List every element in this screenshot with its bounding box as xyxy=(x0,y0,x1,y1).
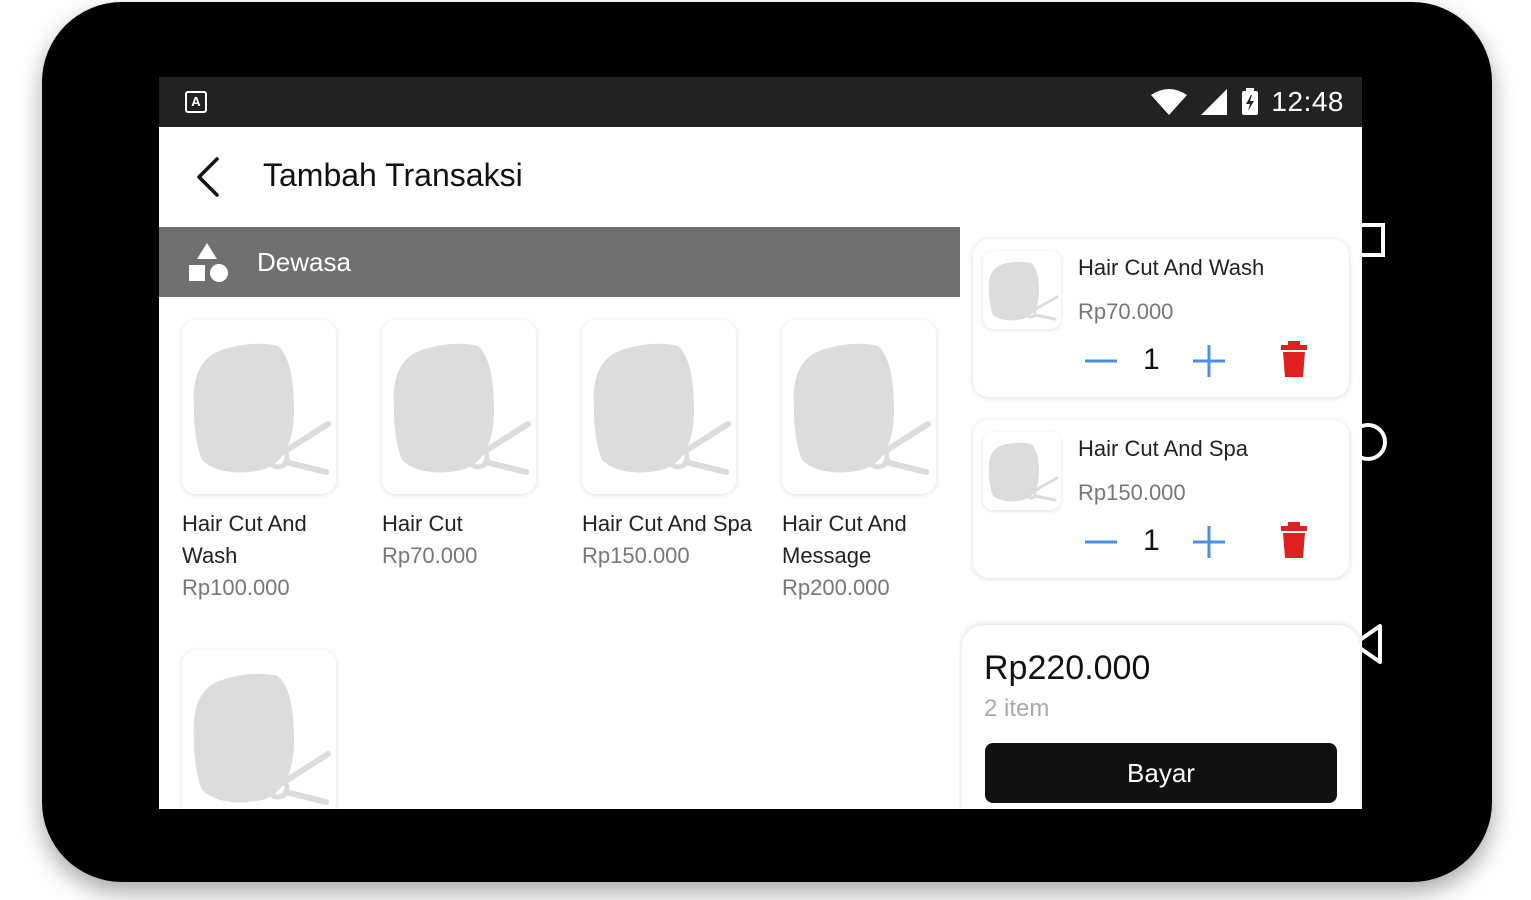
product-price: Rp200.000 xyxy=(782,575,890,600)
product-image xyxy=(182,320,336,494)
chevron-left-icon xyxy=(197,157,219,197)
product-card[interactable] xyxy=(182,650,362,809)
category-label: Dewasa xyxy=(257,247,351,277)
quantity-value: 1 xyxy=(1143,524,1160,557)
cart-item: Hair Cut And Wash Rp70.000 1 xyxy=(973,239,1349,397)
increase-quantity-button[interactable] xyxy=(1191,524,1227,560)
item-count: 2 item xyxy=(984,695,1050,722)
haircut-placeholder-icon xyxy=(988,261,1059,321)
product-image xyxy=(182,650,336,809)
product-card[interactable]: Hair Cut And Wash Rp100.000 xyxy=(182,320,362,604)
battery-charging-icon xyxy=(1242,88,1259,115)
pay-button[interactable]: Bayar xyxy=(985,743,1337,803)
notification-icon: A xyxy=(185,91,207,113)
cart-item-name: Hair Cut And Wash xyxy=(1078,255,1265,280)
cart-item: Hair Cut And Spa Rp150.000 1 xyxy=(973,420,1349,578)
delete-item-button[interactable] xyxy=(1279,339,1309,379)
trash-icon xyxy=(1281,522,1307,558)
trash-icon xyxy=(1281,341,1307,377)
haircut-placeholder-icon xyxy=(988,442,1059,502)
haircut-placeholder-icon xyxy=(193,343,331,475)
minus-icon xyxy=(1085,359,1117,363)
product-name: Hair Cut And Wash xyxy=(182,511,307,568)
product-price: Rp70.000 xyxy=(382,543,478,568)
increase-quantity-button[interactable] xyxy=(1191,343,1227,379)
cart-item-price: Rp150.000 xyxy=(1078,480,1186,505)
product-name: Hair Cut And Spa xyxy=(582,511,752,536)
product-image xyxy=(782,320,936,494)
delete-item-button[interactable] xyxy=(1279,520,1309,560)
product-price: Rp150.000 xyxy=(582,543,690,568)
app-bar: Tambah Transaksi xyxy=(159,127,1362,227)
order-summary: Rp220.000 2 item Bayar xyxy=(962,625,1360,809)
wifi-icon xyxy=(1151,89,1188,115)
clock: 12:48 xyxy=(1271,86,1344,117)
cart-item-image xyxy=(983,251,1061,329)
plus-icon xyxy=(1193,345,1225,377)
status-bar: A 12:48 xyxy=(159,77,1362,127)
product-card[interactable]: Hair Cut Rp70.000 xyxy=(382,320,562,572)
product-image xyxy=(582,320,736,494)
cart-item-image xyxy=(983,432,1061,510)
decrease-quantity-button[interactable] xyxy=(1083,524,1119,560)
page-title: Tambah Transaksi xyxy=(263,157,523,193)
total-price: Rp220.000 xyxy=(984,649,1151,687)
product-name: Hair Cut xyxy=(382,511,463,536)
category-shapes-icon xyxy=(189,243,228,282)
tablet-frame: A 12:48 Tambah Transaksi Dewasa Hair Cut… xyxy=(42,2,1492,882)
status-icons: 12:48 xyxy=(1149,86,1344,117)
product-card[interactable]: Hair Cut And Spa Rp150.000 xyxy=(582,320,762,572)
haircut-placeholder-icon xyxy=(793,343,931,475)
haircut-placeholder-icon xyxy=(593,343,731,475)
product-name: Hair Cut And Message xyxy=(782,511,907,568)
product-image xyxy=(382,320,536,494)
product-price: Rp100.000 xyxy=(182,575,290,600)
plus-icon xyxy=(1193,526,1225,558)
product-card[interactable]: Hair Cut And Message Rp200.000 xyxy=(782,320,962,604)
back-button[interactable] xyxy=(189,155,229,199)
quantity-value: 1 xyxy=(1143,343,1160,376)
category-header[interactable]: Dewasa xyxy=(159,227,960,297)
screen: A 12:48 Tambah Transaksi Dewasa Hair Cut… xyxy=(159,77,1362,809)
haircut-placeholder-icon xyxy=(393,343,531,475)
decrease-quantity-button[interactable] xyxy=(1083,343,1119,379)
cart-item-name: Hair Cut And Spa xyxy=(1078,436,1248,461)
signal-icon xyxy=(1201,89,1228,115)
haircut-placeholder-icon xyxy=(193,673,331,805)
minus-icon xyxy=(1085,540,1117,544)
cart-item-price: Rp70.000 xyxy=(1078,299,1174,324)
